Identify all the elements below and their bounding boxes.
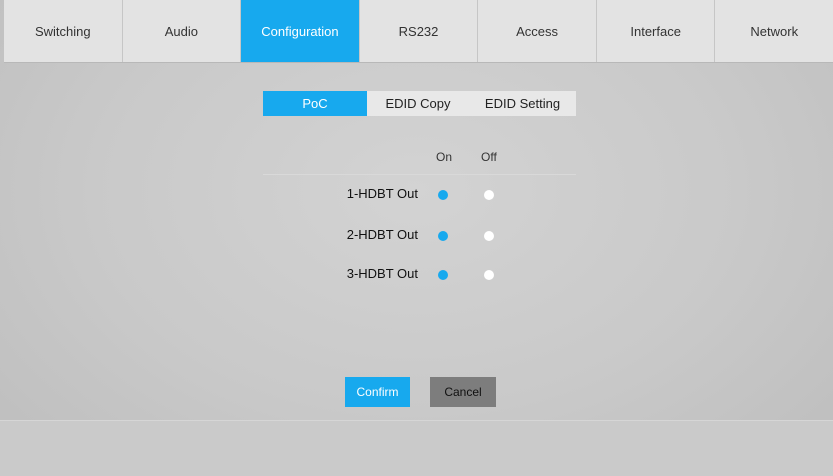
hdbt-out-1-label: 1-HDBT Out (346, 186, 418, 201)
tab-audio[interactable]: Audio (123, 0, 242, 62)
hdbt-out-1-on-radio[interactable] (438, 190, 448, 200)
confirm-button[interactable]: Confirm (345, 377, 410, 407)
tab-network[interactable]: Network (715, 0, 833, 62)
config-subtabs: PoC EDID Copy EDID Setting (263, 91, 576, 116)
hdbt-out-3-on-radio[interactable] (438, 270, 448, 280)
footer-bar (0, 421, 833, 476)
tab-switching[interactable]: Switching (4, 0, 123, 62)
subtab-poc[interactable]: PoC (263, 91, 367, 116)
header-divider (263, 174, 576, 175)
tab-configuration[interactable]: Configuration (241, 0, 360, 62)
tab-rs232[interactable]: RS232 (360, 0, 479, 62)
subtab-edid-copy[interactable]: EDID Copy (367, 91, 469, 116)
tab-access[interactable]: Access (478, 0, 597, 62)
hdbt-out-2-off-radio[interactable] (484, 231, 494, 241)
hdbt-out-1-off-radio[interactable] (484, 190, 494, 200)
column-header-off: Off (481, 150, 497, 164)
top-nav: Switching Audio Configuration RS232 Acce… (4, 0, 833, 63)
hdbt-out-2-label: 2-HDBT Out (346, 227, 418, 242)
hdbt-out-3-label: 3-HDBT Out (346, 266, 418, 281)
tab-interface[interactable]: Interface (597, 0, 716, 62)
hdbt-out-3-off-radio[interactable] (484, 270, 494, 280)
hdbt-out-2-on-radio[interactable] (438, 231, 448, 241)
cancel-button[interactable]: Cancel (430, 377, 496, 407)
subtab-edid-setting[interactable]: EDID Setting (469, 91, 576, 116)
column-header-on: On (436, 150, 453, 164)
